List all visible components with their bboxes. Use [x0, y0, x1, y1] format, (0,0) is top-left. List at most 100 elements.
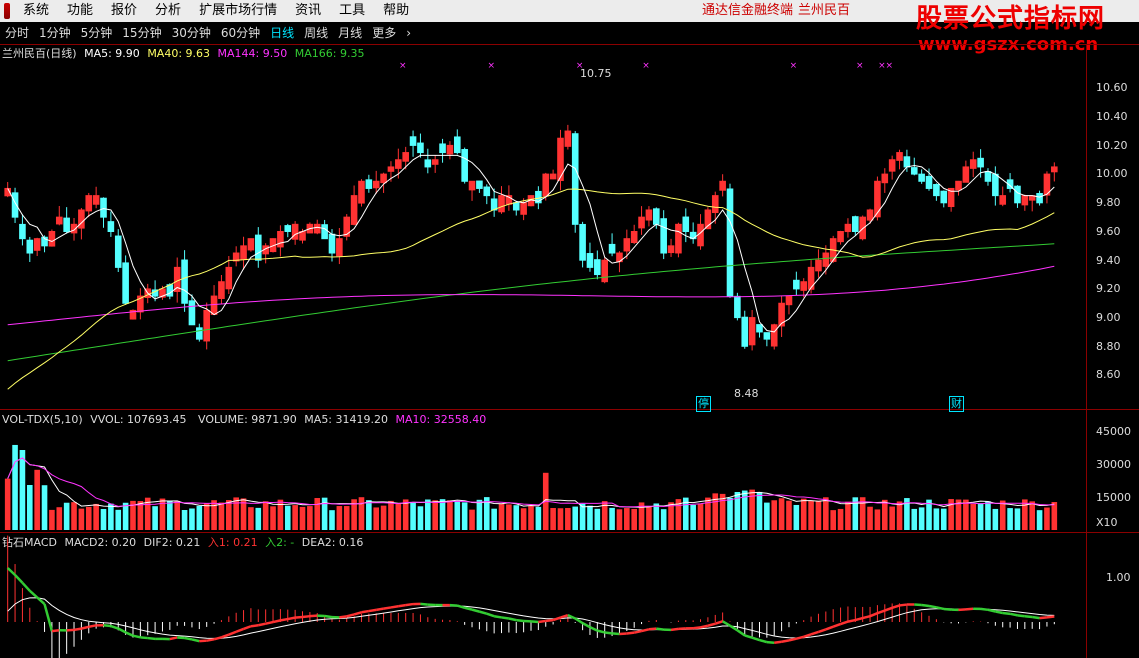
candle-body	[85, 195, 93, 212]
volume-bar	[778, 498, 785, 530]
volume-bar	[528, 505, 534, 530]
candle-body	[748, 317, 756, 346]
candle-body	[254, 234, 262, 261]
candle-body	[940, 190, 948, 204]
volume-bar	[963, 499, 969, 530]
volume-bar	[12, 444, 18, 530]
dif-line-segment	[545, 618, 554, 623]
dif-line-segment	[51, 629, 60, 633]
volume-bar	[336, 506, 343, 530]
kline-chart[interactable]: ×××××××××××	[0, 0, 1139, 658]
candle-body	[874, 180, 881, 218]
volume-bar	[697, 503, 704, 530]
candle-body	[630, 231, 638, 244]
dif-line-segment	[1032, 615, 1040, 620]
candle-body	[866, 209, 874, 221]
dif-line-segment	[309, 614, 318, 618]
dif-line-segment	[103, 624, 111, 628]
candle-body	[417, 142, 424, 154]
volume-bar	[410, 502, 416, 530]
volume-bar	[189, 508, 195, 530]
dif-line-segment	[6, 567, 16, 576]
dif-line-segment	[272, 619, 281, 624]
volume-bar	[1007, 508, 1013, 530]
volume-bar	[557, 508, 564, 530]
candle-body	[122, 262, 129, 304]
volume-bar	[808, 500, 814, 530]
dea-line	[7, 597, 1055, 639]
volume-bar	[1014, 508, 1021, 530]
candle-body	[277, 231, 284, 248]
volume-bar	[631, 508, 637, 530]
dif-line-segment	[147, 636, 156, 641]
candle-body	[999, 195, 1007, 205]
candle-body	[188, 300, 196, 326]
dif-line-segment	[295, 615, 303, 619]
volume-bar	[181, 510, 188, 530]
dif-line-segment	[530, 620, 539, 624]
volume-bar	[520, 508, 527, 530]
candle-body	[468, 180, 476, 191]
dif-line-segment	[324, 614, 333, 619]
candle-body	[962, 166, 970, 183]
dif-line-segment	[774, 640, 782, 644]
volume-bar	[977, 503, 984, 530]
dif-line-segment	[854, 616, 864, 622]
dif-line-segment	[810, 630, 819, 636]
dif-line-segment	[28, 589, 39, 599]
candle-body	[424, 159, 432, 168]
dif-line-segment	[847, 618, 856, 623]
volume-bar	[1022, 499, 1028, 530]
candle-body	[512, 202, 520, 211]
candle-body	[844, 223, 852, 233]
volume-bar	[653, 503, 660, 530]
candle-body	[114, 235, 122, 268]
dif-line-segment	[943, 607, 952, 611]
dif-line-segment	[869, 612, 878, 618]
dif-line-segment	[420, 602, 428, 606]
volume-bar	[579, 503, 586, 530]
signal-marker: ×	[399, 61, 407, 71]
candle-body	[409, 136, 417, 146]
candle-body	[586, 253, 594, 268]
candle-body	[852, 216, 859, 233]
volume-bar	[4, 478, 11, 530]
dif-line-segment	[744, 634, 753, 639]
candle-body	[800, 281, 808, 291]
dif-line-segment	[987, 608, 996, 613]
volume-bar	[756, 491, 763, 530]
volume-bar	[727, 497, 733, 530]
volume-bar	[845, 501, 851, 530]
candle-body	[969, 159, 977, 169]
volume-bar	[837, 508, 844, 530]
candle-body	[549, 173, 557, 180]
dif-line-segment	[604, 631, 613, 635]
candle-body	[291, 223, 299, 240]
dif-line-segment	[206, 638, 215, 642]
dif-line-segment	[169, 636, 178, 641]
dif-line-segment	[471, 608, 480, 613]
volume-bar	[1044, 507, 1050, 530]
volume-bar	[299, 506, 306, 530]
volume-bar	[1036, 510, 1043, 530]
volume-bar	[616, 509, 623, 530]
dif-line-segment	[383, 606, 392, 610]
dif-line-segment	[508, 617, 517, 622]
candle-body	[321, 224, 328, 240]
volume-bar	[248, 507, 254, 530]
dif-line-segment	[243, 625, 252, 631]
volume-bar	[999, 500, 1006, 530]
dif-line-segment	[796, 635, 805, 640]
ma5-line	[7, 154, 1055, 333]
volume-bar	[454, 501, 461, 530]
volume-bar	[56, 507, 63, 530]
dif-line-segment	[1017, 614, 1025, 618]
dif-line-segment	[759, 638, 768, 644]
dif-line-segment	[936, 606, 945, 611]
volume-bar	[270, 506, 276, 530]
volume-bar	[609, 507, 615, 530]
volume-bar	[373, 507, 380, 530]
dif-line-segment	[1046, 615, 1055, 619]
dif-line-segment	[552, 616, 561, 622]
candle-body	[483, 186, 491, 197]
